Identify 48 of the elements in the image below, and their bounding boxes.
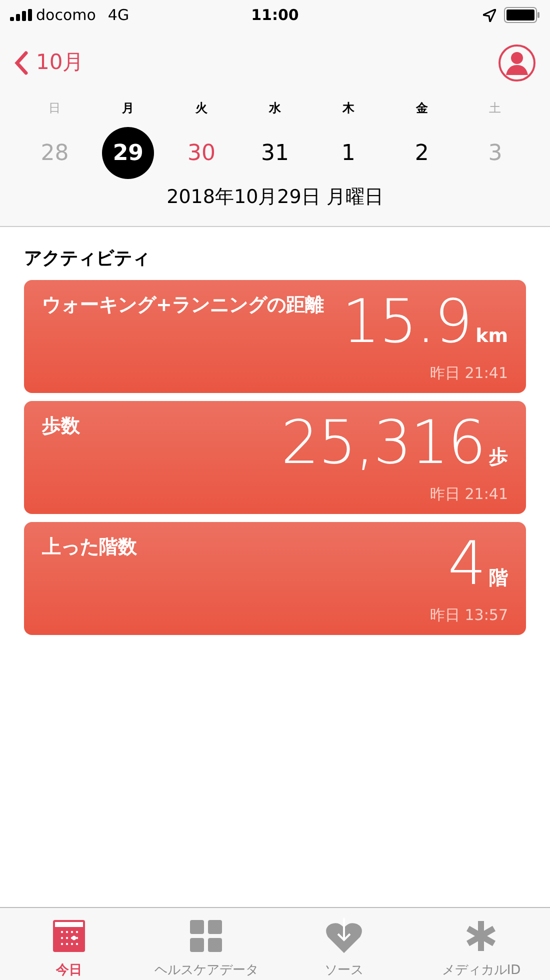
updated-time: 昨日 21:41 — [430, 484, 508, 505]
metric-unit: 階 — [489, 566, 508, 590]
tab-bar-item[interactable]: ソース — [275, 908, 412, 980]
heart-download-icon — [324, 918, 363, 954]
signal-icon — [10, 9, 32, 21]
calendar-icon — [52, 920, 85, 952]
card-title: 上った階数 — [42, 536, 137, 558]
weekday-label: 月 — [122, 101, 134, 115]
activity-card[interactable]: 歩数 25,316 歩 昨日 21:41 — [24, 400, 526, 514]
carrier-name: docomo — [36, 4, 96, 26]
section-title: アクティビティ — [24, 248, 150, 268]
metric-value: 15.9 — [342, 292, 472, 352]
grid-icon — [190, 920, 222, 952]
activity-card[interactable]: ウォーキング+ランニングの距離 15.9 km 昨日 21:41 — [24, 280, 526, 392]
calendar-day[interactable]: 2 — [396, 127, 448, 179]
updated-time: 昨日 21:41 — [430, 363, 508, 384]
tab-bar-item[interactable]: メディカルID — [412, 908, 550, 980]
weekday-label: 水 — [268, 101, 281, 115]
battery-icon — [504, 7, 540, 23]
asterisk-icon — [464, 919, 498, 954]
tab-bar-item[interactable]: ヘルスケアデータ — [138, 908, 275, 980]
clock-time: 11:00 — [251, 4, 299, 26]
calendar-day[interactable]: 29 — [102, 127, 154, 179]
metric-value: 4 — [448, 534, 485, 594]
metric-unit: km — [476, 324, 508, 348]
weekday-label: 金 — [416, 101, 428, 115]
profile-avatar-icon[interactable] — [498, 44, 536, 82]
calendar-day[interactable]: 3 — [469, 127, 522, 179]
calendar-day[interactable]: 30 — [176, 127, 228, 179]
calendar-day[interactable]: 1 — [322, 127, 374, 179]
metric-unit: 歩 — [489, 444, 508, 470]
network-type: 4G — [108, 4, 130, 26]
back-link[interactable]: 10月 — [14, 46, 84, 78]
tab-bar-item[interactable]: 今日 — [0, 908, 138, 980]
weekday-label: 土 — [489, 101, 502, 115]
card-title: ウォーキング+ランニングの距離 — [42, 294, 324, 316]
metric-value: 25,316 — [281, 412, 485, 472]
selected-date-label: 2018年10月29日 月曜日 — [166, 186, 384, 208]
card-title: 歩数 — [42, 414, 80, 436]
weekday-label: 木 — [342, 101, 354, 115]
calendar-day[interactable]: 28 — [28, 127, 81, 179]
updated-time: 昨日 13:57 — [430, 605, 508, 626]
weekday-label: 火 — [196, 101, 208, 115]
activity-card[interactable]: 上った階数 4 階 昨日 13:57 — [24, 522, 526, 634]
back-chevron-icon — [14, 50, 28, 74]
location-arrow-icon — [483, 8, 496, 22]
calendar-day[interactable]: 31 — [248, 127, 301, 179]
weekday-label: 日 — [48, 101, 61, 115]
